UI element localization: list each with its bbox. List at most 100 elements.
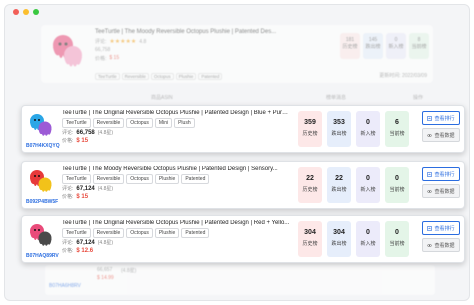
maximize-window-button[interactable] [33,9,39,15]
product-tag[interactable]: Octopus [126,228,153,238]
stat-current: 6 当前榜 [385,111,409,147]
background-tag[interactable]: Reversible [121,73,149,80]
product-rating: 评论: 67,124 (4.8星) [62,185,113,192]
close-window-button[interactable] [13,9,19,15]
octopus-plush-image [45,29,89,73]
stat-new: 0 新入榜 [356,111,380,147]
background-price: $ 15 [109,55,120,61]
background-row-asin: B07HA6H8RV [49,283,81,289]
background-product-card: TeeTurtle | The Moody Reversible Octopus… [41,25,433,83]
view-ranking-button[interactable]: 查看排行 [422,111,460,125]
product-rating: 评论: 67,124 (4.8星) [62,239,113,246]
star-rating-icon: ★★★★★ [109,39,137,45]
product-title[interactable]: TeeTurtle | The Moody Reversible Octopus… [62,166,290,172]
product-tag[interactable]: Reversible [92,118,125,128]
background-tag[interactable]: Plushie [175,73,197,80]
product-tag[interactable]: Octopus [126,174,153,184]
product-price-row: 价格: $ 12.6 [62,247,93,254]
rating-count: 66,758 [76,130,95,136]
view-data-button[interactable]: 查看数据 [422,238,460,252]
product-price: $ 15 [76,138,89,144]
background-stat: 0 新入榜 [386,33,406,59]
ranking-stats: 359 历史榜 353 跌出榜 0 新入榜 6 当前榜 [298,111,409,147]
product-tag[interactable]: Plushie [154,228,180,238]
product-asin[interactable]: B07HAQ89RV [26,253,59,259]
rating-stars: (4.8星) [97,186,114,192]
column-headers: 商品ASIN 榜单消息 操作 [41,91,433,103]
minimize-window-button[interactable] [23,9,29,15]
product-tag[interactable]: TeeTurtle [62,174,91,184]
background-row-rating-stars: (4.8星) [121,268,137,274]
background-price-label: 价格: [95,56,107,62]
ranking-icon [427,115,433,121]
product-asin[interactable]: B092P4BW5F [26,199,58,205]
stat-new: 0 新入榜 [356,221,380,257]
stat-history: 22 历史榜 [298,167,322,203]
product-tag[interactable]: Plush [174,118,195,128]
rating-count: 67,124 [76,186,95,192]
view-data-button[interactable]: 查看数据 [422,184,460,198]
product-tag[interactable]: Reversible [92,174,125,184]
ranking-icon [427,225,433,231]
stat-dropped: 304 跌出榜 [327,221,351,257]
eye-icon [427,189,433,193]
product-tag[interactable]: Patented [181,174,210,184]
stat-dropped: 22 跌出榜 [327,167,351,203]
price-label: 价格: [62,248,74,254]
product-tag[interactable]: Plushie [154,174,180,184]
product-price-row: 价格: $ 15 [62,193,88,200]
product-price: $ 12.6 [76,248,94,254]
stat-new: 0 新入榜 [356,167,380,203]
price-label: 价格: [62,194,74,200]
background-reviews: 66,758 [95,47,111,53]
background-tag[interactable]: Octopus [150,73,174,80]
product-tags: TeeTurtle Reversible Octopus Mini Plush [62,118,195,128]
ranking-icon [427,171,433,177]
product-tag[interactable]: TeeTurtle [62,118,91,128]
column-header-ranking: 榜单消息 [326,94,347,101]
app-window: TeeTurtle | The Moody Reversible Octopus… [4,4,470,301]
product-asin[interactable]: B07H4KXQYQ [26,143,60,149]
view-data-button[interactable]: 查看数据 [422,128,460,142]
product-tag[interactable]: Reversible [92,228,125,238]
card-actions: 查看排行 查看数据 [422,221,460,252]
product-tag[interactable]: TeeTurtle [62,228,91,238]
background-tag[interactable]: Patented [198,73,223,80]
rating-label: 评论: [62,240,74,246]
column-header-asin: 商品ASIN [151,94,173,101]
stat-history: 304 历史榜 [298,221,322,257]
rating-label: 评论: [62,186,74,192]
product-title[interactable]: TeeTurtle | The Original Reversible Octo… [62,110,290,116]
background-stat: 181 历史榜 [340,33,360,59]
product-tags: TeeTurtle Reversible Octopus Plushie Pat… [62,228,210,238]
eye-icon [427,133,433,137]
octopus-plush-image [26,166,56,196]
product-tag[interactable]: Mini [154,118,173,128]
rating-count: 67,124 [76,240,95,246]
price-label: 价格: [62,138,74,144]
ranking-stats: 304 历史榜 304 跌出榜 0 新入榜 0 当前榜 [298,221,409,257]
background-rating-label: 评论: [95,39,107,45]
background-update-time: 更新时间: 2022/03/09 [379,73,427,79]
stat-history: 359 历史榜 [298,111,322,147]
card-actions: 查看排行 查看数据 [422,111,460,142]
product-tag[interactable]: Octopus [126,118,153,128]
product-tags: TeeTurtle Reversible Octopus Plushie Pat… [62,174,210,184]
product-card: B092P4BW5F TeeTurtle | The Moody Reversi… [21,161,465,209]
card-actions: 查看排行 查看数据 [422,167,460,198]
product-card: B07H4KXQYQ TeeTurtle | The Original Reve… [21,105,465,153]
stat-current: 0 当前榜 [385,221,409,257]
background-product-title: TeeTurtle | The Moody Reversible Octopus… [95,29,277,35]
product-title[interactable]: TeeTurtle | The Original Reversible Octo… [62,220,290,226]
view-ranking-button[interactable]: 查看排行 [422,221,460,235]
background-tag[interactable]: TeeTurtle [95,73,120,80]
product-tag[interactable]: Patented [181,228,210,238]
view-ranking-button[interactable]: 查看排行 [422,167,460,181]
product-price-row: 价格: $ 15 [62,137,88,144]
background-stat: 8 当前榜 [409,33,429,59]
product-price: $ 15 [76,194,89,200]
octopus-plush-image [26,110,56,140]
title-bar [5,5,469,19]
stat-dropped: 353 跌出榜 [327,111,351,147]
product-rating: 评论: 66,758 (4.8星) [62,129,113,136]
